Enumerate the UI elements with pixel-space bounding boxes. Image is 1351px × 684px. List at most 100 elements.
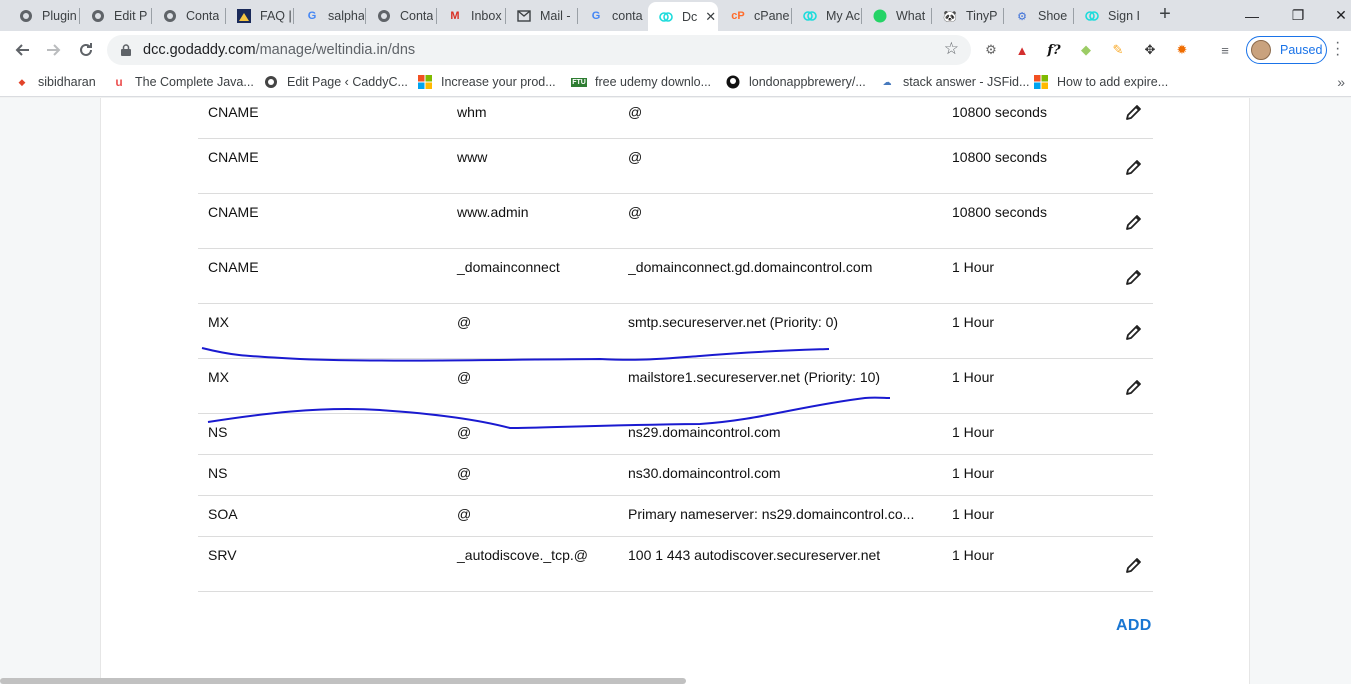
bookmark-item[interactable]: u The Complete Java... (111, 74, 253, 90)
browser-menu-icon[interactable]: · · · (1335, 35, 1340, 63)
browser-tab[interactable]: Mail - (506, 4, 578, 28)
record-type: CNAME (208, 149, 259, 165)
google-icon: G (591, 10, 601, 22)
notes-extension-icon[interactable]: ✎ (1108, 40, 1128, 60)
bookmark-item[interactable]: ◆ sibidharan (14, 74, 96, 90)
restore-button[interactable]: ❐ (1275, 0, 1321, 31)
bookmark-label: Increase your prod... (441, 75, 556, 89)
back-button[interactable] (8, 36, 36, 64)
record-value: 100 1 443 autodiscover.secureserver.net (628, 547, 881, 563)
record-type: MX (208, 369, 229, 385)
godaddy-icon (802, 8, 818, 24)
record-ttl: 10800 seconds (952, 204, 1047, 220)
bookmark-item[interactable]: ☁ stack answer - JSFid... (879, 74, 1030, 90)
bookmark-star-icon[interactable]: ☆ (944, 39, 959, 59)
browser-tab[interactable]: Plugin (8, 4, 76, 28)
browser-tab[interactable]: ⚙ Shoe (1004, 4, 1074, 28)
bookmark-item[interactable]: FTU free udemy downlo... (571, 74, 711, 90)
record-ttl: 1 Hour (952, 314, 995, 330)
browser-tab[interactable]: Sign I (1074, 4, 1144, 28)
tab-label: Conta (186, 9, 220, 23)
gem-extension-icon[interactable]: ◆ (1076, 40, 1096, 60)
record-name: _autodiscove._tcp.@ (457, 547, 588, 563)
pencil-icon (1124, 157, 1144, 180)
fire-extension-icon[interactable]: ✹ (1172, 40, 1192, 60)
record-value: Primary nameserver: ns29.domaincontrol.c… (628, 506, 915, 522)
reading-list-icon[interactable]: ≡ (1215, 40, 1235, 60)
edit-record-button[interactable] (1123, 102, 1145, 124)
bookmark-label: sibidharan (38, 75, 96, 89)
record-name: @ (457, 424, 472, 440)
whatfont-extension-icon[interactable]: f? (1044, 40, 1064, 60)
ftu-icon: FTU (571, 77, 587, 87)
add-record-button[interactable]: ADD (1116, 617, 1152, 635)
github-icon (725, 74, 741, 90)
record-ttl: 10800 seconds (952, 104, 1047, 120)
tab-label: Conta (400, 9, 434, 23)
record-value: ns30.domaincontrol.com (628, 465, 781, 481)
tab-label: Plugin (42, 9, 76, 23)
browser-tab[interactable]: M Inbox (437, 4, 503, 28)
record-type: NS (208, 465, 228, 481)
avatar (1251, 40, 1271, 60)
angular-extension-icon[interactable]: ▲ (1012, 40, 1032, 60)
browser-tab[interactable]: Gsalpha (294, 4, 364, 28)
reload-button[interactable] (72, 36, 100, 64)
edit-record-button[interactable] (1123, 377, 1145, 399)
new-tab-button[interactable]: + (1154, 4, 1176, 26)
browser-tab[interactable]: cP cPane (720, 4, 790, 28)
profile-button[interactable]: Paused (1246, 36, 1327, 64)
browser-tab[interactable]: Dc ✕ (648, 2, 718, 31)
edit-record-button[interactable] (1123, 555, 1145, 577)
record-value: @ (628, 104, 643, 120)
udemy-icon: u (115, 75, 123, 89)
bookmark-item[interactable]: Increase your prod... (417, 74, 556, 90)
edit-record-button[interactable] (1123, 157, 1145, 179)
table-row: CNAME _domainconnect _domainconnect.gd.dom… (198, 249, 1153, 304)
forward-button[interactable] (40, 36, 68, 64)
tab-label: Shoe (1038, 9, 1068, 23)
bookmark-item[interactable]: londonappbrewery/... (725, 74, 866, 90)
table-row: CNAME www @10800 seconds (198, 139, 1153, 194)
pin-extension-icon[interactable]: ✥ (1140, 40, 1160, 60)
browser-tab[interactable]: My Ac (792, 4, 862, 28)
edit-record-button[interactable] (1123, 212, 1145, 234)
whatsapp-icon (872, 8, 888, 24)
record-type: NS (208, 424, 228, 440)
address-bar[interactable]: dcc.godaddy.com/manage/weltindia.in/dns … (107, 35, 971, 65)
edit-record-button[interactable] (1123, 267, 1145, 289)
godaddy-icon (1084, 8, 1100, 24)
record-value: smtp.secureserver.net (Priority: 0) (628, 314, 839, 330)
horizontal-scrollbar[interactable] (0, 678, 686, 684)
browser-tab[interactable]: 🐼 TinyP (932, 4, 1002, 28)
browser-tab[interactable]: Gconta (578, 4, 644, 28)
table-row: NS @ ns30.domaincontrol.com 1 Hour (198, 455, 1153, 496)
gear-icon: ⚙ (1017, 10, 1027, 23)
bookmark-item[interactable]: How to add expire... (1033, 74, 1168, 90)
godaddy-icon (658, 9, 674, 25)
record-value: @ (628, 204, 643, 220)
browser-tab[interactable]: Edit P (80, 4, 148, 28)
record-value: @ (628, 149, 643, 165)
record-name: whm (457, 104, 487, 120)
browser-tab[interactable]: FAQ | (226, 4, 292, 28)
more-bookmarks-icon[interactable]: » (1337, 74, 1345, 90)
bookmark-item[interactable]: Edit Page ‹ CaddyC... (263, 74, 408, 90)
record-name: www (457, 149, 488, 165)
browser-tab[interactable]: Conta (152, 4, 224, 28)
browser-tab[interactable]: What (862, 4, 932, 28)
microsoft-icon (417, 74, 433, 90)
close-tab-icon[interactable]: ✕ (705, 9, 716, 25)
table-row: MX @ mailstore1.secureserver.net (Priority… (198, 359, 1153, 414)
extension-settings-icon[interactable]: ⚙ (981, 40, 1001, 60)
tab-label: TinyP (966, 9, 998, 23)
edit-record-button[interactable] (1123, 322, 1145, 344)
browser-tab[interactable]: Conta (366, 4, 436, 28)
bookmarks-bar: ◆ sibidharan u The Complete Java... Edit Pag… (0, 69, 1351, 97)
close-window-button[interactable]: ✕ (1318, 0, 1351, 31)
minimize-button[interactable]: — (1229, 0, 1275, 31)
tab-label: conta (612, 9, 643, 23)
record-ttl: 1 Hour (952, 465, 995, 481)
record-name: www.admin (457, 204, 529, 220)
dns-records-card: CNAME whm @10800 seconds CNAME www @10800 sec… (100, 98, 1250, 684)
